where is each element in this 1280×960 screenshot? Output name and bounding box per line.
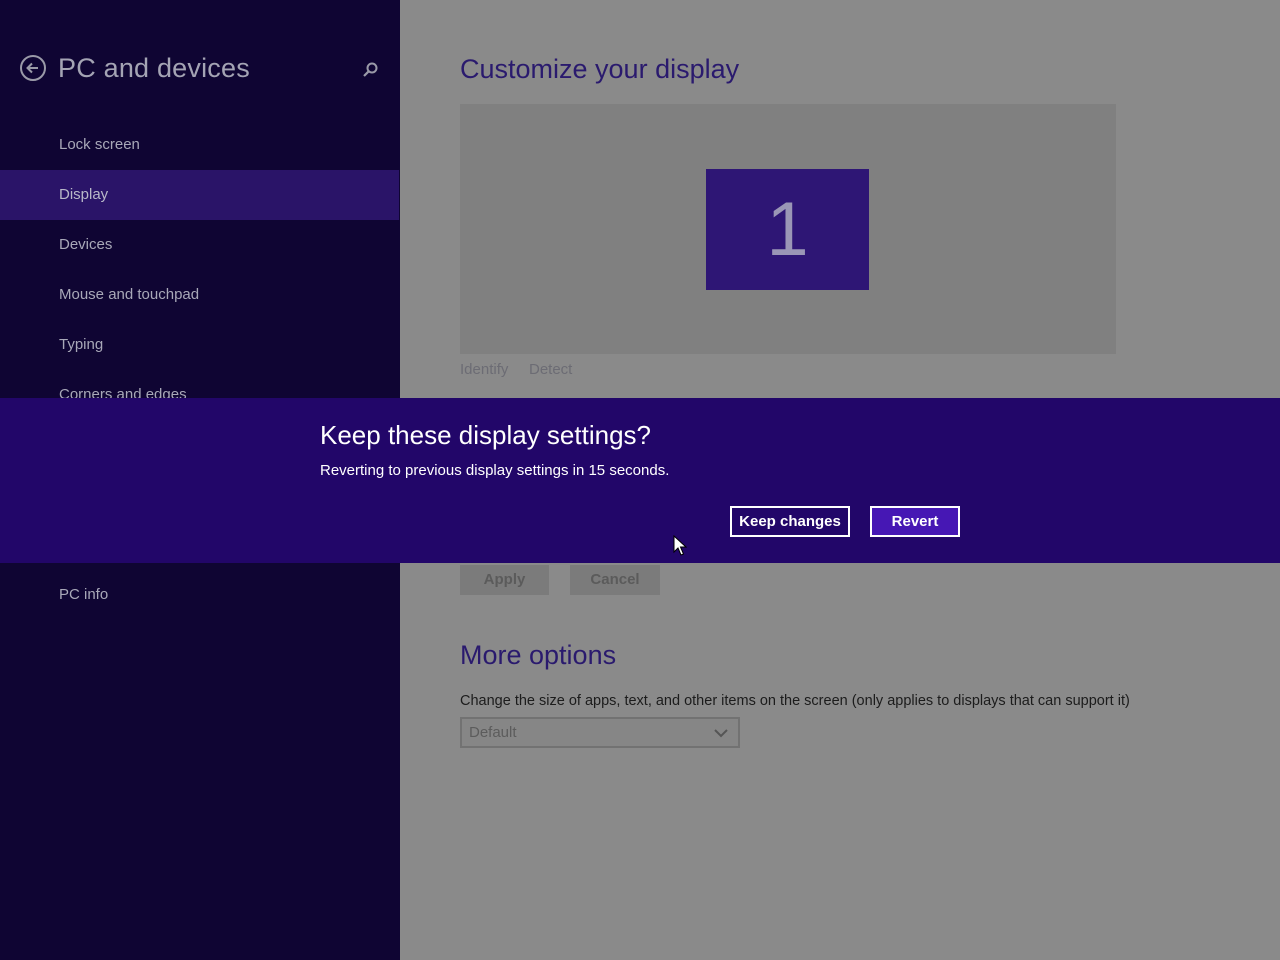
mouse-cursor-icon	[673, 535, 687, 556]
size-select[interactable]: Default	[460, 717, 740, 748]
keep-settings-dialog: Keep these display settings? Reverting t…	[0, 398, 1280, 563]
sidebar-item-label: Typing	[59, 336, 104, 353]
sidebar-title: PC and devices	[58, 53, 250, 83]
chevron-down-icon	[714, 729, 728, 738]
sidebar-item-pc-info[interactable]: PC info	[0, 570, 399, 620]
sidebar-item-label: Display	[59, 186, 109, 203]
back-button[interactable]	[20, 55, 46, 81]
sidebar-item-label: Devices	[59, 236, 113, 253]
sidebar-item-devices[interactable]: Devices	[0, 220, 399, 270]
dialog-message: Reverting to previous display settings i…	[320, 462, 670, 479]
sidebar-item-typing[interactable]: Typing	[0, 320, 399, 370]
detect-link[interactable]: Detect	[529, 361, 572, 378]
settings-window: PC and devices Lock screen Display Devic…	[0, 0, 1280, 960]
back-arrow-icon	[26, 62, 38, 74]
monitor-1-tile[interactable]: 1	[706, 169, 869, 290]
sidebar-item-mouse-and-touchpad[interactable]: Mouse and touchpad	[0, 270, 399, 320]
size-description: Change the size of apps, text, and other…	[460, 693, 1130, 709]
cancel-button[interactable]: Cancel	[570, 565, 660, 595]
sidebar-item-lock-screen[interactable]: Lock screen	[0, 120, 399, 170]
keep-changes-button[interactable]: Keep changes	[730, 506, 850, 537]
page-title: Customize your display	[460, 54, 740, 84]
search-button[interactable]	[360, 60, 380, 80]
identify-link[interactable]: Identify	[460, 361, 508, 378]
more-options-heading: More options	[460, 640, 617, 670]
sidebar-item-label: Lock screen	[59, 136, 140, 153]
revert-button[interactable]: Revert	[870, 506, 960, 537]
sidebar-item-label: PC info	[59, 586, 109, 603]
sidebar-item-label: Mouse and touchpad	[59, 286, 200, 303]
apply-button[interactable]: Apply	[460, 565, 549, 595]
sidebar-item-display[interactable]: Display	[0, 170, 399, 220]
size-select-value: Default	[469, 724, 517, 741]
search-icon	[363, 62, 378, 77]
dialog-title: Keep these display settings?	[320, 420, 651, 450]
